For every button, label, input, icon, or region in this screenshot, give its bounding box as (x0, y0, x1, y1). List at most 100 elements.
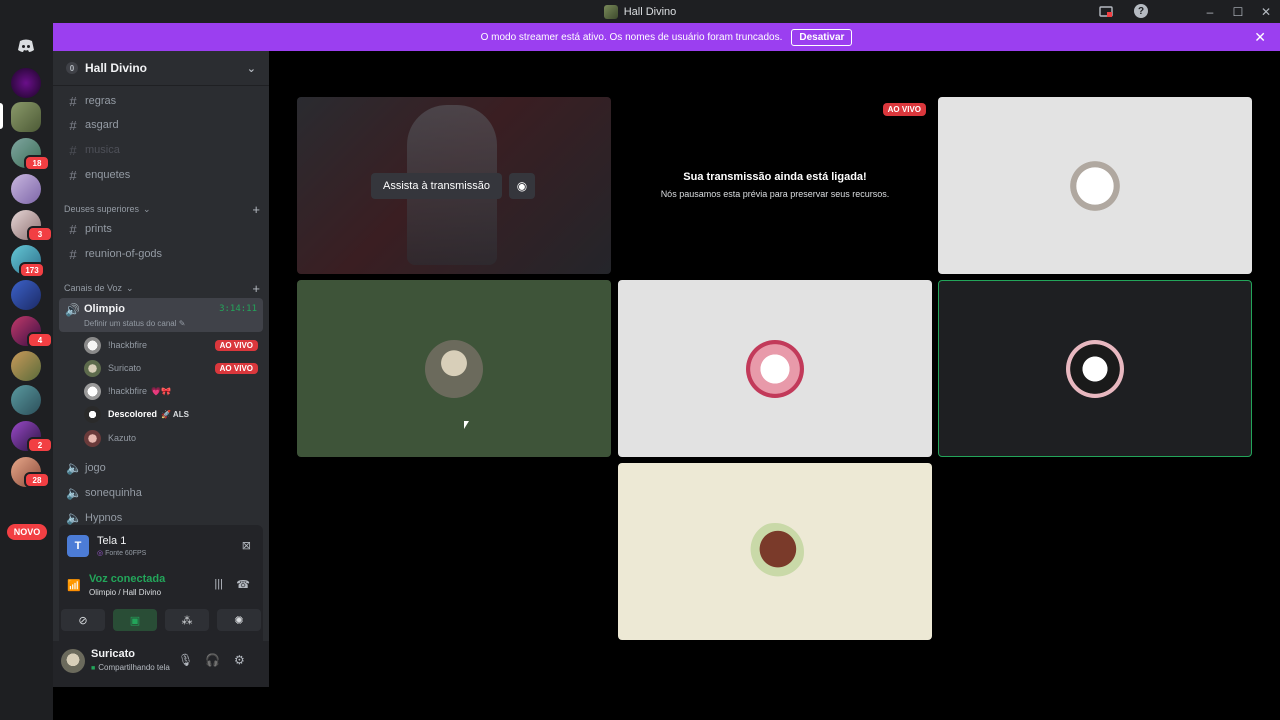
gear-icon[interactable]: ⚙ (234, 653, 245, 667)
hash-icon: # (69, 93, 77, 109)
maximize-icon[interactable]: ☐ (1224, 0, 1252, 23)
paused-subtitle: Nós pausamos esta prévia para preservar … (660, 189, 890, 199)
voice-user[interactable]: !hackbfire 💗🎀 (84, 381, 264, 401)
channel-label: enquetes (85, 169, 131, 181)
noise-suppression-icon[interactable]: ||| (214, 578, 223, 590)
speaker-icon: 🔈 (66, 485, 83, 500)
avatar (746, 522, 804, 581)
server-icon-active[interactable] (11, 102, 41, 132)
chevron-down-icon[interactable]: ⌄ (247, 62, 256, 75)
guild-header[interactable]: 0 Hall Divino ⌄ (53, 51, 269, 86)
channel-asgard[interactable]: # asgard (61, 114, 263, 136)
hash-icon: # (69, 117, 77, 133)
voice-channel-jogo[interactable]: 🔈 jogo (61, 457, 263, 479)
voice-connection: 📶 Voz conectada Olimpio / Hall Divino ||… (67, 573, 257, 603)
channel-label: musica (85, 144, 120, 156)
voice-user[interactable]: !hackbfire AO VIVO (84, 335, 264, 355)
server-icon[interactable] (11, 385, 41, 415)
voice-actions: ⊘ ▣ ⁂ ✺ (61, 609, 261, 631)
voice-user-name: !hackbfire (108, 340, 148, 350)
stop-stream-icon[interactable]: ⊠ (242, 539, 251, 552)
user-tag: 💗🎀 (151, 386, 171, 396)
close-banner-icon[interactable]: ✕ (1254, 29, 1266, 46)
chevron-down-icon: ⌄ (126, 282, 134, 293)
participant-tile[interactable] (938, 97, 1252, 274)
watch-stream-button[interactable]: Assista à transmissão (371, 173, 502, 199)
server-icon[interactable] (11, 68, 41, 98)
window-controls: – ☐ ✕ (1196, 0, 1280, 23)
microphone-icon[interactable]: 🎙 (178, 653, 193, 667)
channel-label: Hypnos (85, 512, 123, 524)
activities-button[interactable]: ⁂ (165, 609, 209, 631)
disable-streamer-button[interactable]: Desativar (791, 28, 853, 46)
category-deuses-superiores[interactable]: Deuses superiores ⌄ + (64, 202, 264, 217)
participant-tile[interactable] (297, 280, 611, 457)
boost-level-badge: 0 (66, 62, 78, 74)
avatar (84, 405, 101, 423)
channel-prints[interactable]: # prints (61, 218, 263, 240)
eye-icon[interactable]: ◉ (509, 173, 535, 199)
voice-user[interactable]: Kazuto (84, 428, 264, 448)
avatar[interactable] (61, 649, 85, 673)
avatar (84, 429, 101, 447)
close-window-icon[interactable]: ✕ (1252, 0, 1280, 23)
live-badge: AO VIVO (214, 339, 258, 351)
user-name[interactable]: Suricato (91, 648, 135, 660)
new-badge[interactable]: NOVO (7, 524, 47, 540)
voice-user-name: Suricato (108, 363, 142, 373)
discord-home-icon[interactable] (11, 31, 41, 61)
minimize-icon[interactable]: – (1196, 0, 1224, 23)
channel-regras[interactable]: # regras (61, 90, 263, 112)
channel-enquetes[interactable]: # enquetes (61, 164, 263, 186)
channel-status-prompt[interactable]: Definir um status do canal ✎ (84, 319, 185, 328)
server-icon[interactable] (11, 280, 41, 310)
disconnect-icon[interactable]: ☎ (236, 578, 250, 591)
mention-badge: 3 (27, 226, 53, 242)
voice-channel-name: Olimpio (84, 303, 125, 315)
user-area: Suricato ■ Compartilhando tela 🎙 🎧 ⚙ (53, 641, 269, 687)
stream-source: ◎ Fonte 60FPS (97, 549, 146, 557)
titlebar-tools: ? (1098, 4, 1148, 20)
user-tag: 🚀 ALS (161, 409, 189, 419)
channel-reunion-of-gods[interactable]: # reunion-of-gods (61, 243, 263, 265)
stream-source-text: Fonte 60FPS (105, 550, 147, 557)
live-badge: AO VIVO (214, 362, 258, 374)
participant-tile-speaking[interactable] (938, 280, 1252, 457)
soundboard-button[interactable]: ✺ (217, 609, 261, 631)
channel-sidebar: 0 Hall Divino ⌄ # regras # asgard # musi… (53, 51, 269, 687)
add-channel-icon[interactable]: + (252, 202, 260, 217)
category-label: Deuses superiores (64, 204, 140, 214)
paused-title: Sua transmissão ainda está ligada! (683, 171, 867, 183)
guild-name: Hall Divino (85, 61, 148, 75)
channel-status-text: Definir um status do canal (84, 319, 177, 328)
participant-tile[interactable] (618, 463, 932, 640)
camera-off-button[interactable]: ⊘ (61, 609, 105, 631)
participant-tile[interactable] (618, 280, 932, 457)
voice-user[interactable]: Descolored 🚀 ALS (84, 404, 264, 424)
stream-tile[interactable]: Assista à transmissão ◉ (297, 97, 611, 274)
screen-share-button[interactable]: ▣ (113, 609, 157, 631)
voice-channel-sonequinha[interactable]: 🔈 sonequinha (61, 482, 263, 504)
streamer-mode-banner: O modo streamer está ativo. Os nomes de … (53, 23, 1280, 51)
channel-musica[interactable]: # musica (61, 139, 263, 161)
channel-label: regras (85, 95, 117, 107)
window-title: Hall Divino (623, 5, 677, 18)
stream-card[interactable]: T Tela 1 ◎ Fonte 60FPS ⊠ (67, 533, 257, 563)
voice-status[interactable]: Voz conectada (89, 573, 165, 585)
channel-label: asgard (85, 119, 119, 131)
voice-location[interactable]: Olimpio / Hall Divino (89, 588, 161, 597)
add-channel-icon[interactable]: + (252, 281, 260, 296)
server-icon[interactable] (11, 174, 41, 204)
mention-badge: 28 (24, 472, 50, 488)
voice-user[interactable]: Suricato AO VIVO (84, 358, 264, 378)
headphones-icon[interactable]: 🎧 (205, 653, 220, 667)
help-icon[interactable]: ? (1134, 4, 1148, 18)
avatar (425, 339, 483, 398)
voice-channel-olimpio[interactable]: 🔊 Olimpio 3:14:11 Definir um status do c… (59, 298, 263, 332)
active-server-pill (0, 103, 3, 129)
category-canais-de-voz[interactable]: Canais de Voz ⌄ + (64, 281, 264, 296)
inbox-icon[interactable] (1098, 4, 1114, 20)
server-icon[interactable] (11, 351, 41, 381)
avatar (84, 336, 101, 354)
paused-stream-tile[interactable]: AO VIVO Sua transmissão ainda está ligad… (618, 97, 932, 274)
